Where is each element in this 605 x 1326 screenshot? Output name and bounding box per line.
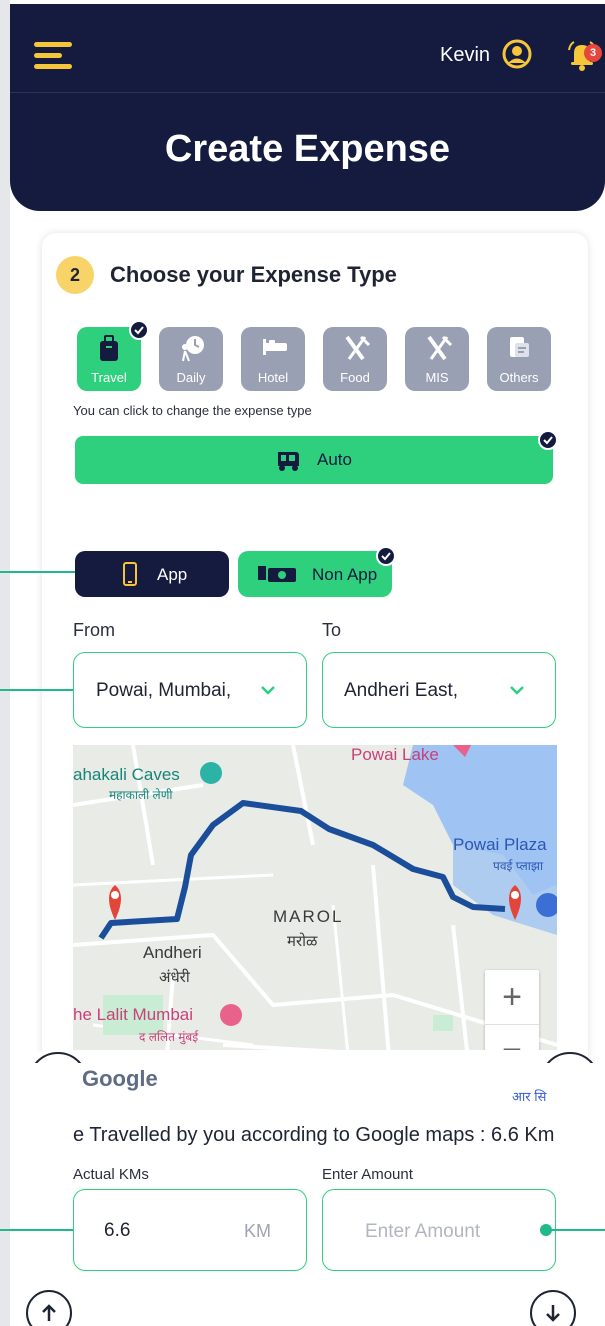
- notification-badge: 3: [584, 44, 602, 62]
- distance-summary: e Travelled by you according to Google m…: [73, 1124, 555, 1146]
- tile-label: Daily: [176, 370, 206, 385]
- from-location-value: Powai, Mumbai,: [96, 680, 232, 701]
- expense-type-mis[interactable]: MIS: [405, 327, 469, 391]
- auto-mode-button[interactable]: Auto: [75, 436, 553, 484]
- fork-knife-icon: [427, 335, 453, 361]
- smartphone-icon: [123, 562, 137, 586]
- left-gutter: [0, 0, 10, 1326]
- to-location-select[interactable]: Andheri East,: [322, 652, 556, 728]
- to-label: To: [322, 620, 342, 640]
- app-booking-button[interactable]: App: [75, 551, 229, 597]
- tile-label: Hotel: [257, 370, 289, 385]
- check-mark-icon: [129, 320, 149, 340]
- actual-kms-input[interactable]: 6.6 KM: [73, 1189, 307, 1271]
- start-pin-icon: [109, 885, 121, 920]
- receipt-icon: [510, 337, 529, 357]
- non-app-booking-label: Non App: [312, 565, 378, 584]
- map-label-powai-plaza: Powai Plaza: [453, 835, 547, 854]
- map-label-lalit: he Lalit Mumbai: [73, 1005, 194, 1024]
- annotation-line: [546, 1229, 605, 1231]
- actual-kms-unit: KM: [244, 1221, 271, 1241]
- map-label-andheri: Andheri: [143, 943, 202, 962]
- expense-type-hotel[interactable]: Hotel: [241, 327, 305, 391]
- section-title: Choose your Expense Type: [110, 262, 397, 287]
- map-label-powai-plaza-hi: पवई प्लाझा: [493, 859, 544, 873]
- header-divider: [10, 92, 605, 93]
- enter-amount-label: Enter Amount: [322, 1166, 413, 1183]
- tile-label: Travel: [91, 370, 127, 385]
- actual-kms-value: 6.6: [104, 1220, 131, 1241]
- map-attribution: आर सि: [512, 1089, 547, 1104]
- expense-type-hint: You can click to change the expense type: [73, 403, 312, 418]
- fork-knife-icon: [345, 335, 371, 361]
- from-location-select[interactable]: Powai, Mumbai,: [73, 652, 307, 728]
- arrow-down-icon: [546, 1305, 560, 1322]
- chevron-down-icon: [510, 686, 524, 695]
- non-app-booking-button[interactable]: Non App: [238, 551, 392, 597]
- luggage-icon: [100, 335, 118, 361]
- tile-label: MIS: [425, 370, 449, 385]
- from-label: From: [73, 620, 115, 640]
- annotation-line: [0, 1229, 80, 1231]
- amount-input[interactable]: Enter Amount: [322, 1189, 556, 1271]
- tile-label: Food: [340, 370, 370, 385]
- app-booking-label: App: [157, 565, 188, 584]
- expense-type-others[interactable]: Others: [487, 327, 551, 391]
- google-logo: Google: [82, 1066, 158, 1091]
- map-label-marol: MAROL: [273, 907, 344, 926]
- map-label-powai-lake: Powai Lake: [351, 745, 439, 764]
- daily-clock-icon: [182, 336, 204, 362]
- amount-placeholder: Enter Amount: [365, 1221, 481, 1242]
- chevron-down-icon: [261, 686, 275, 695]
- map-label-marol-hi: मरोळ: [287, 933, 318, 950]
- to-location-value: Andheri East,: [344, 680, 459, 701]
- check-mark-icon: [376, 546, 396, 566]
- zoom-in-button[interactable]: +: [485, 970, 539, 1024]
- map-label-andheri-hi: अंधेरी: [159, 969, 190, 986]
- map-label-mahakali: ahakali Caves: [73, 765, 180, 784]
- auto-rickshaw-icon: [278, 452, 299, 471]
- arrow-up-icon: [42, 1304, 56, 1321]
- actual-kms-label: Actual KMs: [73, 1166, 149, 1183]
- expense-type-daily[interactable]: Daily: [159, 327, 223, 391]
- bed-icon: [263, 339, 287, 355]
- cash-hand-icon: [258, 566, 296, 582]
- map-label-lalit-hi: द ललित मुंबई: [139, 1030, 199, 1044]
- auto-mode-label: Auto: [317, 450, 352, 469]
- page-title: Create Expense: [164, 128, 451, 170]
- user-avatar-icon[interactable]: [502, 39, 532, 69]
- app-header: Kevin 3 Create Expense: [10, 4, 605, 211]
- hamburger-menu-icon[interactable]: [34, 42, 72, 70]
- map-label-mahakali-hi: महाकाली लेणी: [109, 788, 173, 802]
- check-mark-icon: [538, 430, 558, 450]
- user-name[interactable]: Kevin: [440, 44, 490, 67]
- expense-type-food[interactable]: Food: [323, 327, 387, 391]
- tile-label: Others: [499, 370, 539, 385]
- step-number-badge: 2: [56, 256, 94, 294]
